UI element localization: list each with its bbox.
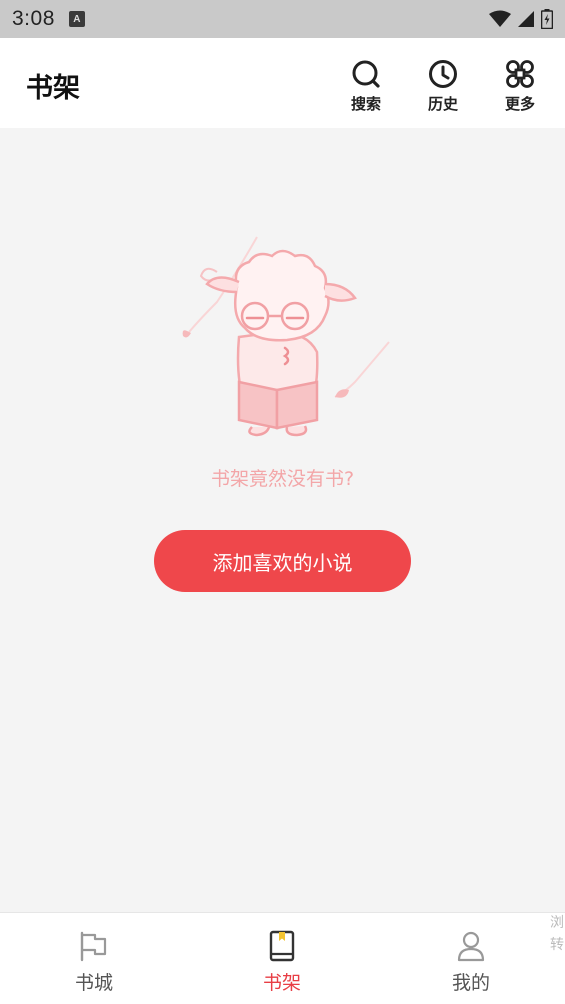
search-icon <box>352 60 380 88</box>
nav-label-profile: 我的 <box>451 972 490 994</box>
nav-label-bookshelf: 书架 <box>262 972 301 994</box>
history-button[interactable]: 历史 <box>413 58 473 116</box>
nav-item-bookshelf[interactable]: 书架 <box>222 913 342 1004</box>
add-favorite-novels-button[interactable]: 添加喜欢的小说 <box>154 530 411 592</box>
bookshelf-icon <box>269 930 295 962</box>
wifi-icon <box>489 10 511 27</box>
empty-shelf-message: 书架竟然没有书? <box>210 468 355 490</box>
bottom-nav: 书城 书架 我的 <box>0 912 565 1004</box>
edge-floating-text[interactable]: 浏 转 <box>550 912 565 962</box>
page-title: 书架 <box>26 73 80 104</box>
signal-icon <box>518 11 534 27</box>
more-icon <box>506 60 534 88</box>
nav-item-profile[interactable]: 我的 <box>411 913 531 1004</box>
status-bar: 3:08 A <box>0 0 565 38</box>
status-time: 3:08 <box>12 7 55 30</box>
nav-item-bookstore[interactable]: 书城 <box>34 913 154 1004</box>
nav-label-bookstore: 书城 <box>74 972 113 994</box>
more-label: 更多 <box>504 95 535 113</box>
profile-icon <box>457 931 485 962</box>
notification-icon: A <box>68 11 85 27</box>
sheep-reading-illustration <box>182 236 390 437</box>
history-icon <box>429 60 457 88</box>
battery-icon <box>541 9 553 29</box>
history-label: 历史 <box>427 95 458 113</box>
more-button[interactable]: 更多 <box>490 58 550 116</box>
search-label: 搜索 <box>350 95 381 113</box>
status-icons <box>489 9 553 29</box>
bookstore-icon <box>80 931 107 962</box>
app-header: 书架 搜索 历史 更多 <box>0 38 565 128</box>
search-button[interactable]: 搜索 <box>336 58 396 116</box>
